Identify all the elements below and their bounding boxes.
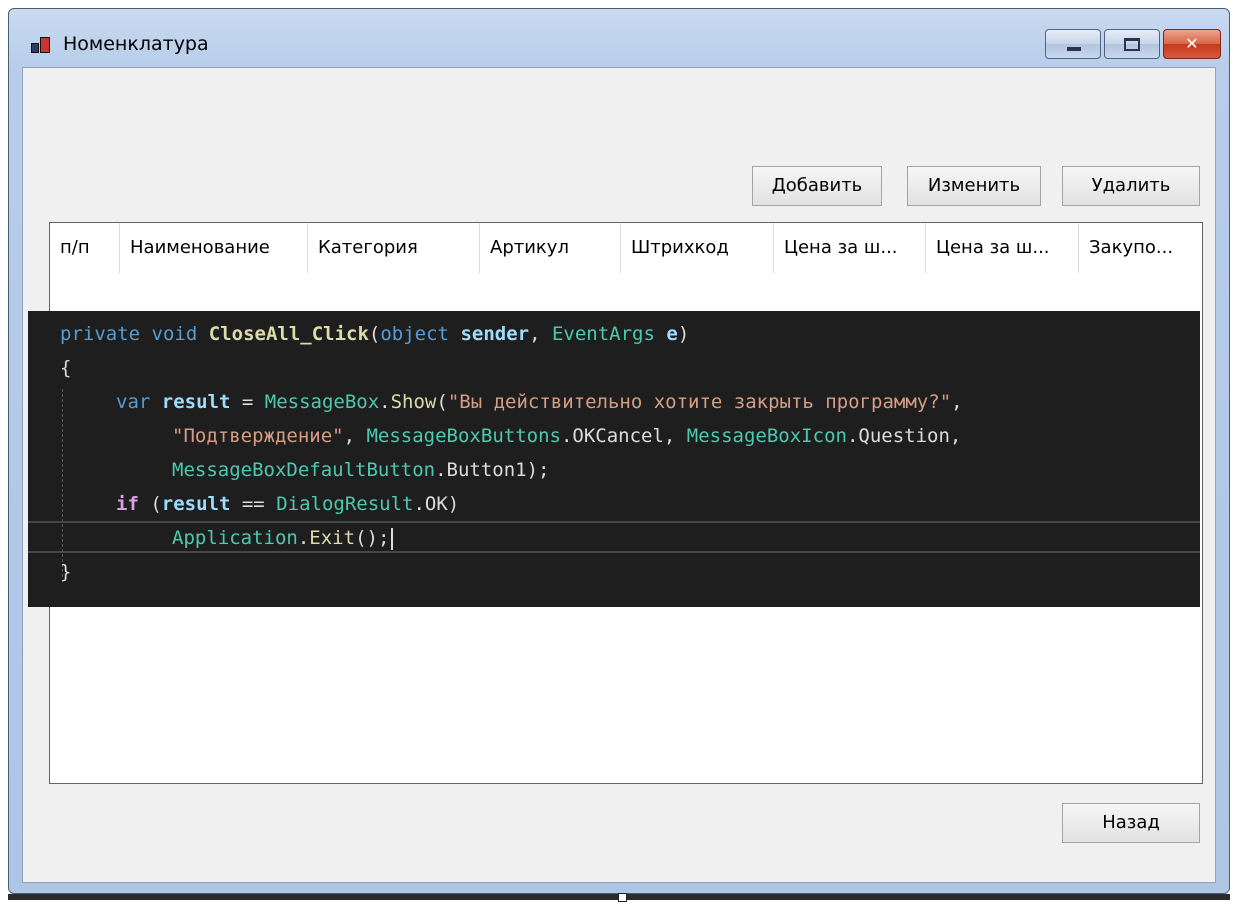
code-token: ) bbox=[677, 323, 690, 345]
code-token: MessageBoxDefaultButton bbox=[172, 459, 436, 481]
code-token: = bbox=[230, 391, 265, 413]
code-token: Exit bbox=[309, 527, 356, 549]
code-token: .Question, bbox=[846, 425, 962, 447]
code-snippet: private void CloseAll_Click(object sende… bbox=[28, 311, 1200, 607]
column-header-price-2[interactable]: Цена за ш... bbox=[926, 223, 1079, 273]
code-token: Application bbox=[172, 527, 298, 549]
code-line-1: private void CloseAll_Click(object sende… bbox=[60, 317, 689, 351]
column-header-article[interactable]: Артикул bbox=[480, 223, 621, 273]
code-token: CloseAll_Click bbox=[208, 323, 369, 345]
code-token: void bbox=[151, 323, 198, 345]
text-caret bbox=[391, 527, 394, 550]
code-token: . bbox=[379, 391, 391, 413]
code-token: EventArgs bbox=[551, 323, 655, 345]
add-button[interactable]: Добавить bbox=[752, 166, 882, 206]
back-button[interactable]: Назад bbox=[1062, 803, 1200, 843]
indent-guide bbox=[62, 389, 63, 577]
code-token: if bbox=[116, 493, 139, 515]
code-token: , bbox=[529, 323, 552, 345]
code-token: , bbox=[343, 425, 367, 447]
code-line-8: } bbox=[60, 561, 72, 583]
code-token: "Подтверждение" bbox=[172, 425, 344, 447]
maximize-button[interactable] bbox=[1104, 29, 1160, 59]
code-token: result bbox=[161, 493, 231, 515]
code-token: .Button1); bbox=[435, 459, 550, 481]
column-header-number[interactable]: п/п bbox=[50, 223, 120, 273]
window-title: Номенклатура bbox=[63, 33, 209, 55]
code-line-6: if (result == DialogResult.OK) bbox=[116, 487, 459, 521]
grid-header: п/п Наименование Категория Артикул Штрих… bbox=[50, 223, 1202, 273]
code-token: Show bbox=[390, 391, 437, 413]
column-header-price-1[interactable]: Цена за ш... bbox=[774, 223, 926, 273]
close-icon: ✕ bbox=[1185, 34, 1199, 53]
code-token: var bbox=[116, 391, 151, 413]
minimize-button[interactable] bbox=[1045, 29, 1101, 59]
code-token: result bbox=[161, 391, 231, 413]
code-token: MessageBoxIcon bbox=[686, 425, 847, 447]
code-token: DialogResult bbox=[276, 493, 414, 515]
code-token: private bbox=[60, 323, 141, 345]
code-line-4: "Подтверждение", MessageBoxButtons.OKCan… bbox=[172, 419, 961, 453]
app-window-icon bbox=[31, 35, 51, 55]
close-button[interactable]: ✕ bbox=[1163, 29, 1221, 59]
column-header-category[interactable]: Категория bbox=[308, 223, 480, 273]
code-token: "Вы действительно хотите закрыть програм… bbox=[447, 391, 952, 413]
code-token: ( bbox=[368, 323, 381, 345]
caption-buttons: ✕ bbox=[1042, 29, 1221, 59]
resize-handle[interactable] bbox=[618, 893, 627, 902]
code-token: . bbox=[297, 527, 310, 549]
code-token: ( bbox=[138, 493, 162, 515]
title-bar[interactable]: Номенклатура ✕ bbox=[9, 9, 1229, 67]
maximize-icon bbox=[1124, 38, 1140, 51]
code-token: == bbox=[230, 493, 277, 515]
code-token: (); bbox=[355, 527, 390, 549]
column-header-barcode[interactable]: Штрихкод bbox=[621, 223, 774, 273]
code-token: MessageBox bbox=[264, 391, 380, 413]
column-header-purchase[interactable]: Закупо... bbox=[1079, 223, 1202, 273]
code-token: e bbox=[666, 323, 678, 345]
column-header-name[interactable]: Наименование bbox=[120, 223, 308, 273]
code-line-2: { bbox=[60, 357, 72, 379]
code-token: MessageBoxButtons bbox=[366, 425, 561, 447]
code-token: ( bbox=[436, 391, 448, 413]
delete-button[interactable]: Удалить bbox=[1062, 166, 1200, 206]
code-token: object bbox=[380, 323, 449, 345]
code-token: .OK) bbox=[413, 493, 460, 515]
minimize-icon bbox=[1067, 47, 1081, 51]
code-token: , bbox=[951, 391, 963, 413]
code-line-5: MessageBoxDefaultButton.Button1); bbox=[172, 453, 550, 487]
edit-button[interactable]: Изменить bbox=[907, 166, 1041, 206]
code-line-3: var result = MessageBox.Show("Вы действи… bbox=[116, 385, 963, 419]
code-token: sender bbox=[460, 323, 530, 345]
code-line-7: Application.Exit(); bbox=[172, 521, 394, 555]
code-token: .OKCancel, bbox=[560, 425, 687, 447]
